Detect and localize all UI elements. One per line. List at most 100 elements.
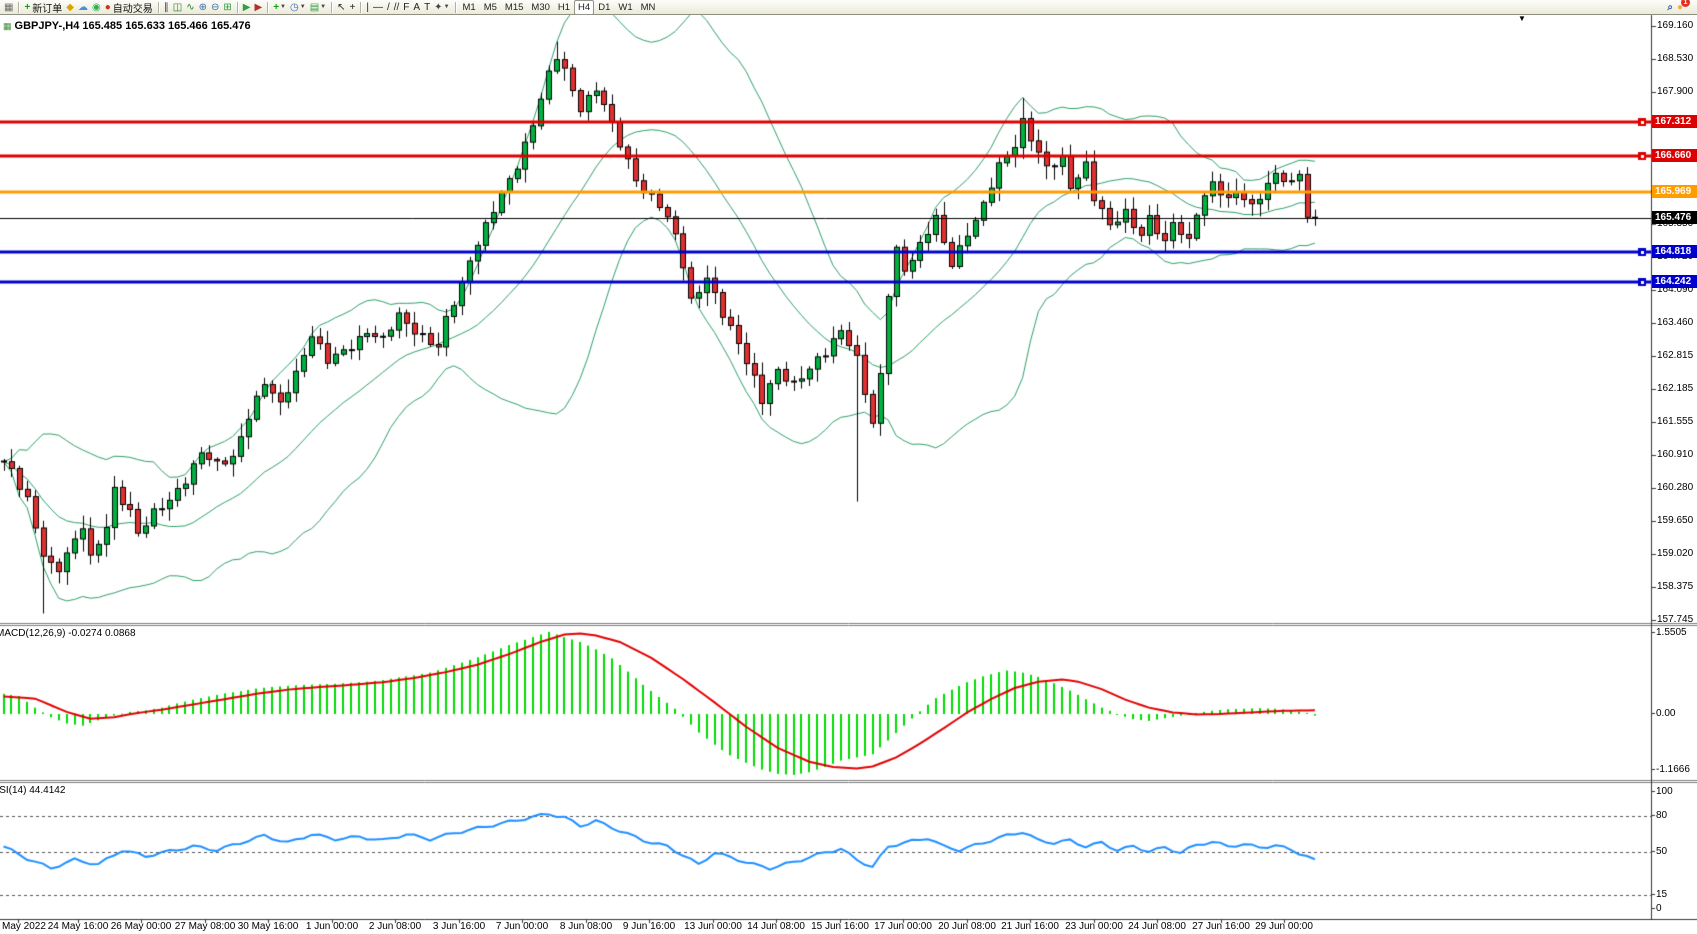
price-tick-label: 160.280 bbox=[1657, 482, 1693, 493]
periods-button[interactable]: ◷▼ bbox=[288, 1, 308, 14]
zoom-out-icon: ⊖ bbox=[211, 1, 219, 14]
chart-window-icon: ▦ bbox=[4, 1, 13, 14]
chart-canvas[interactable] bbox=[0, 0, 1697, 934]
chart-window-icon[interactable]: ▦ bbox=[2, 1, 15, 14]
zoom-in-icon[interactable]: ⊕ bbox=[197, 1, 209, 14]
horizontal-line-icon[interactable]: — bbox=[371, 1, 385, 14]
toolbar-separator bbox=[455, 2, 456, 13]
vertical-line-icon[interactable]: | bbox=[364, 1, 371, 14]
horizontal-line-icon: — bbox=[373, 1, 383, 14]
price-tick-label: 168.530 bbox=[1657, 53, 1693, 64]
text-label-icon: T bbox=[424, 1, 430, 14]
dropdown-arrow-icon: ▼ bbox=[280, 4, 286, 10]
mt4-window: ▦+新订单◆☁◉●自动交易∥◫∿⊕⊖⊞▶▶+▼◷▼▤▼↖+|—///FAT✦▼M… bbox=[0, 0, 1697, 934]
indicators-button[interactable]: +▼ bbox=[271, 1, 288, 14]
line-chart-icon: ∿ bbox=[186, 1, 194, 14]
crosshair-icon[interactable]: + bbox=[347, 1, 357, 14]
search-icon[interactable]: ⌕ bbox=[1665, 1, 1675, 14]
notifications-button[interactable]: ●1 bbox=[1675, 1, 1685, 14]
autotrading-button[interactable]: ●自动交易 bbox=[103, 1, 155, 14]
periods-button: ◷ bbox=[290, 1, 299, 14]
price-level-label[interactable]: 165.476 bbox=[1652, 211, 1697, 224]
arrows-button: ✦ bbox=[434, 1, 442, 14]
indicators-button: + bbox=[273, 1, 279, 14]
text-icon[interactable]: A bbox=[411, 1, 422, 14]
new-order-button[interactable]: +新订单 bbox=[22, 1, 64, 14]
text-icon: A bbox=[413, 1, 420, 14]
notification-count-badge: 1 bbox=[1681, 0, 1690, 7]
auto-scroll-icon: ▶ bbox=[243, 1, 251, 14]
price-level-label[interactable]: 166.660 bbox=[1652, 149, 1697, 162]
price-tick-label: 162.815 bbox=[1657, 350, 1693, 361]
time-axis-label: 3 Jun 16:00 bbox=[433, 921, 485, 932]
timeframe-button-M5[interactable]: M5 bbox=[480, 1, 501, 14]
mql5-cloud-icon: ☁ bbox=[78, 1, 88, 14]
time-axis-label: 1 Jun 00:00 bbox=[306, 921, 358, 932]
toolbar-separator bbox=[18, 2, 19, 13]
time-axis-label: 7 Jun 00:00 bbox=[496, 921, 548, 932]
price-tick-label: 162.185 bbox=[1657, 383, 1693, 394]
timeframe-button-M1[interactable]: M1 bbox=[459, 1, 480, 14]
candlestick-chart-icon[interactable]: ◫ bbox=[171, 1, 184, 14]
signal-icon: ◉ bbox=[92, 1, 101, 14]
price-level-label[interactable]: 165.969 bbox=[1652, 185, 1697, 198]
cursor-icon[interactable]: ↖ bbox=[335, 1, 347, 14]
time-axis-label: 14 Jun 08:00 bbox=[747, 921, 805, 932]
price-tick-label: 157.745 bbox=[1657, 614, 1693, 625]
dropdown-arrow-icon: ▼ bbox=[444, 4, 450, 10]
time-axis-label: 29 Jun 00:00 bbox=[1255, 921, 1313, 932]
templates-button: ▤ bbox=[310, 1, 319, 14]
time-axis-label: 23 Jun 00:00 bbox=[1065, 921, 1123, 932]
toolbar-separator bbox=[267, 2, 268, 13]
time-axis-label: 27 Jun 16:00 bbox=[1192, 921, 1250, 932]
price-tick-label: 169.160 bbox=[1657, 20, 1693, 31]
chart-shift-icon[interactable]: ▶ bbox=[253, 1, 265, 14]
timeframe-button-M30[interactable]: M30 bbox=[527, 1, 553, 14]
price-tick-label: 163.460 bbox=[1657, 317, 1693, 328]
price-tick-label: 161.555 bbox=[1657, 416, 1693, 427]
trendline-icon[interactable]: / bbox=[385, 1, 392, 14]
bar-chart-icon[interactable]: ∥ bbox=[162, 1, 171, 14]
chart-shift-icon: ▶ bbox=[255, 1, 263, 14]
mql5-cloud-icon[interactable]: ☁ bbox=[76, 1, 90, 14]
chart-shift-marker[interactable]: ▼ bbox=[1518, 15, 1526, 23]
price-tick-label: 159.020 bbox=[1657, 548, 1693, 559]
tile-windows-icon[interactable]: ⊞ bbox=[221, 1, 233, 14]
macd-axis-label: 1.5505 bbox=[1656, 627, 1687, 638]
price-level-label[interactable]: 164.242 bbox=[1652, 275, 1697, 288]
dropdown-arrow-icon: ▼ bbox=[320, 4, 326, 10]
timeframe-button-H1[interactable]: H1 bbox=[554, 1, 574, 14]
arrows-button[interactable]: ✦▼ bbox=[432, 1, 451, 14]
price-tick-label: 160.910 bbox=[1657, 449, 1693, 460]
templates-button[interactable]: ▤▼ bbox=[308, 1, 328, 14]
zoom-out-icon[interactable]: ⊖ bbox=[209, 1, 221, 14]
cursor-icon: ↖ bbox=[337, 1, 345, 14]
timeframe-button-MN[interactable]: MN bbox=[637, 1, 660, 14]
channel-icon[interactable]: // bbox=[392, 1, 402, 14]
fibonacci-icon: F bbox=[403, 1, 409, 14]
zoom-in-icon: ⊕ bbox=[199, 1, 207, 14]
line-chart-icon[interactable]: ∿ bbox=[184, 1, 196, 14]
auto-scroll-icon[interactable]: ▶ bbox=[241, 1, 253, 14]
time-axis-label: 15 Jun 16:00 bbox=[811, 921, 869, 932]
time-axis-label: 21 Jun 16:00 bbox=[1001, 921, 1059, 932]
signal-icon[interactable]: ◉ bbox=[90, 1, 103, 14]
timeframe-button-W1[interactable]: W1 bbox=[614, 1, 636, 14]
chart-title: ▦ GBPJPY-,H4 165.485 165.633 165.466 165… bbox=[3, 20, 251, 32]
time-axis-label: 20 Jun 08:00 bbox=[938, 921, 996, 932]
time-axis-label: 24 Jun 08:00 bbox=[1128, 921, 1186, 932]
market-icon[interactable]: ◆ bbox=[64, 1, 76, 14]
bar-chart-icon: ∥ bbox=[164, 1, 169, 14]
timeframe-button-H4[interactable]: H4 bbox=[574, 0, 594, 15]
price-level-label[interactable]: 167.312 bbox=[1652, 115, 1697, 128]
time-axis-label: 27 May 08:00 bbox=[175, 921, 236, 932]
fibonacci-icon[interactable]: F bbox=[401, 1, 411, 14]
price-level-label[interactable]: 164.818 bbox=[1652, 245, 1697, 258]
timeframe-button-M15[interactable]: M15 bbox=[501, 1, 527, 14]
timeframe-button-D1[interactable]: D1 bbox=[594, 1, 614, 14]
tile-windows-icon: ⊞ bbox=[223, 1, 231, 14]
time-axis-label: May 2022 bbox=[2, 921, 46, 932]
rsi-indicator-label: RSI(14) 44.4142 bbox=[0, 785, 65, 796]
text-label-icon[interactable]: T bbox=[422, 1, 432, 14]
price-tick-label: 159.650 bbox=[1657, 515, 1693, 526]
